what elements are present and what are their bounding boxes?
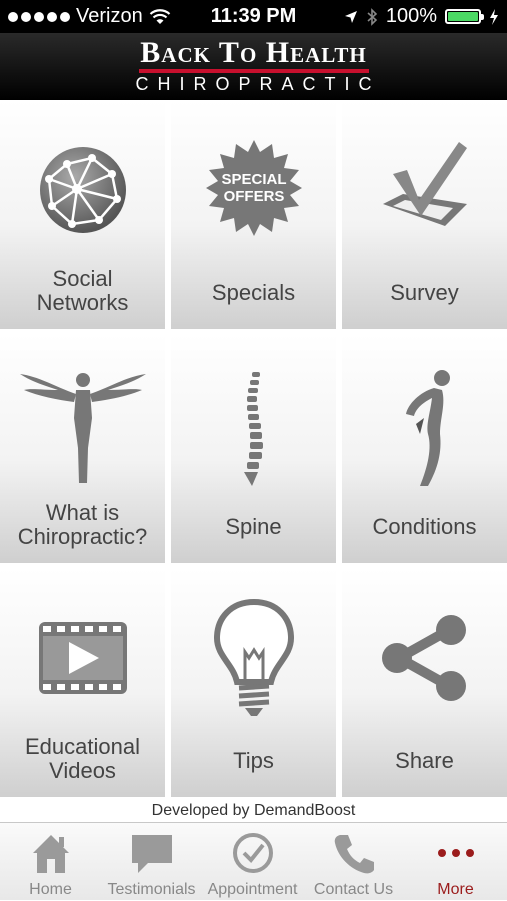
tab-appointment[interactable]: Appointment <box>202 823 303 901</box>
menu-grid: Social Networks SPECIAL OFFERS Specials … <box>0 100 507 800</box>
tile-label-line: Survey <box>390 280 459 305</box>
tab-label: Testimonials <box>107 881 196 898</box>
back-pain-figure-icon <box>405 370 450 486</box>
tile-spine[interactable]: Spine <box>171 334 336 563</box>
lightbulb-icon <box>213 598 294 716</box>
bluetooth-icon <box>367 7 378 26</box>
tile-social-networks[interactable]: Social Networks <box>0 100 165 329</box>
tile-label-line: What is <box>45 500 120 525</box>
battery-percent: 100% <box>385 5 437 27</box>
tab-more[interactable]: More <box>405 823 506 901</box>
tile-specials[interactable]: SPECIAL OFFERS Specials <box>171 100 336 329</box>
logo-subtitle: CHIROPRACTIC <box>135 74 381 94</box>
tile-survey[interactable]: Survey <box>342 100 507 329</box>
status-right: 100% <box>344 5 499 28</box>
tile-label-line: Educational <box>25 734 140 759</box>
checkmark-box-icon <box>382 142 467 226</box>
tile-label-line: Conditions <box>372 514 477 539</box>
battery-icon <box>445 9 484 24</box>
tile-label-line: Chiropractic? <box>17 524 148 549</box>
more-dots-icon <box>437 849 474 857</box>
app-logo: Back To Health CHIROPRACTIC <box>0 37 507 95</box>
tab-contact-us[interactable]: Contact Us <box>303 823 404 901</box>
spine-icon <box>243 372 263 486</box>
tile-label: Educational Videos <box>0 735 165 783</box>
logo-title: Back To Health <box>140 36 367 69</box>
share-icon <box>381 615 466 701</box>
tile-label: Spine <box>171 515 336 539</box>
tile-tips[interactable]: Tips <box>171 568 336 797</box>
tab-label: Contact Us <box>313 881 394 898</box>
tile-label-line: Tips <box>233 748 274 773</box>
tile-label-line: Videos <box>49 758 116 783</box>
phone-icon <box>334 835 374 874</box>
location-arrow-icon <box>344 10 357 23</box>
developer-credit: Developed by DemandBoost <box>0 800 507 822</box>
tab-label: Home <box>29 881 72 898</box>
winged-figure-icon <box>19 373 146 483</box>
tile-what-is-chiropractic[interactable]: What is Chiropractic? <box>0 334 165 563</box>
tile-label-line: Networks <box>36 290 129 315</box>
tile-educational-videos[interactable]: Educational Videos <box>0 568 165 797</box>
tile-conditions[interactable]: Conditions <box>342 334 507 563</box>
tile-label-line: Share <box>395 748 454 773</box>
tile-label-line: Social <box>52 266 113 291</box>
tile-label: Specials <box>171 281 336 305</box>
tab-bar: Home Testimonials Appointment Contact Us… <box>0 822 507 900</box>
clock-check-icon <box>232 833 273 873</box>
home-icon <box>32 835 69 873</box>
tile-label: Tips <box>171 749 336 773</box>
tab-label: Appointment <box>207 881 298 898</box>
tile-share[interactable]: Share <box>342 568 507 797</box>
video-play-icon <box>38 622 127 694</box>
speech-bubble-icon <box>131 835 172 873</box>
tab-label: More <box>437 881 474 898</box>
tile-label-line: Specials <box>211 280 296 305</box>
badge-line-2: OFFERS <box>223 188 284 205</box>
tile-label: Survey <box>342 281 507 305</box>
tile-label: Share <box>342 749 507 773</box>
tile-label: Conditions <box>342 515 507 539</box>
tab-home[interactable]: Home <box>0 823 101 901</box>
tile-label: Social Networks <box>0 267 165 315</box>
globe-network-icon <box>39 147 126 233</box>
app-header: Back To Health CHIROPRACTIC <box>0 33 507 100</box>
tab-testimonials[interactable]: Testimonials <box>101 823 202 901</box>
badge-line-1: SPECIAL <box>221 171 286 188</box>
status-bar: Verizon 11:39 PM 100% <box>0 0 507 33</box>
charging-bolt-icon <box>490 8 498 25</box>
tile-label-line: Spine <box>225 514 282 539</box>
special-offers-badge-icon: SPECIAL OFFERS <box>205 140 302 236</box>
tile-label: What is Chiropractic? <box>0 501 165 549</box>
